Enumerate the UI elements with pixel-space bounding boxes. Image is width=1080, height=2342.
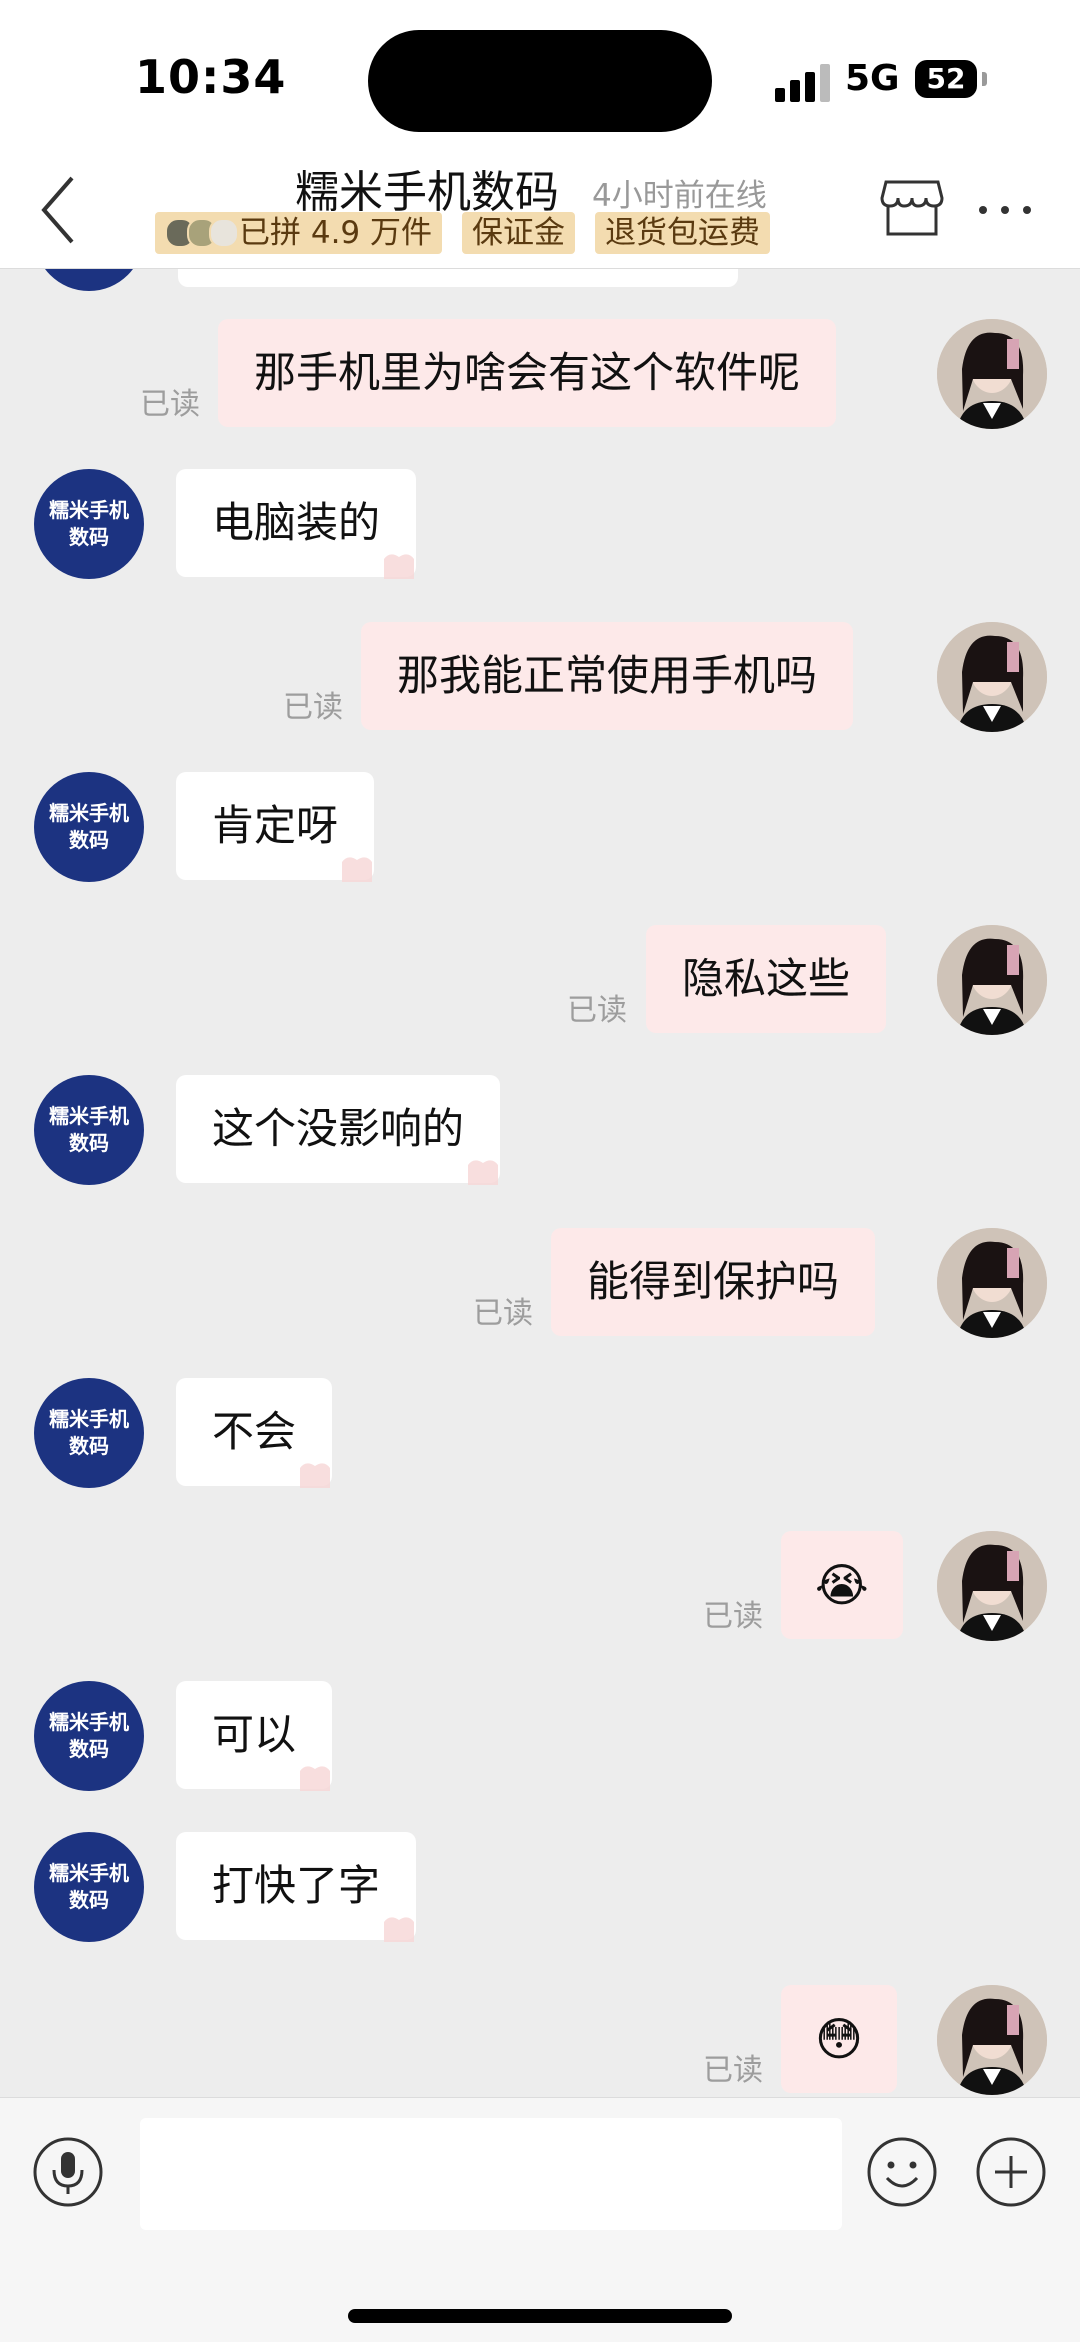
- store-icon: [880, 180, 944, 236]
- battery-icon: 52: [915, 60, 977, 98]
- more-dots-icon: [979, 206, 1031, 214]
- read-receipt: 已读: [140, 387, 200, 422]
- emoji-button[interactable]: [866, 2136, 938, 2208]
- home-indicator: [348, 2309, 732, 2323]
- shop-avatar[interactable]: 糯米手机数码: [34, 1075, 144, 1185]
- message-bubble-outgoing[interactable]: 那我能正常使用手机吗: [361, 622, 854, 730]
- message-bubble-incoming[interactable]: 这个没影响的: [176, 1075, 501, 1185]
- message-bubble-incoming[interactable]: 电脑装的: [176, 469, 417, 579]
- buyer-avatars: [165, 218, 239, 248]
- message-bubble-outgoing-emoji[interactable]: 😭: [781, 1531, 903, 1639]
- message-bubble-incoming[interactable]: 可以: [176, 1681, 333, 1791]
- read-receipt: 已读: [567, 993, 627, 1028]
- read-receipt: 已读: [703, 2053, 763, 2088]
- shop-avatar[interactable]: 糯米手机数码: [34, 469, 144, 579]
- message-bubble-partial: [178, 269, 738, 287]
- message-text: 这个没影响的: [212, 1104, 465, 1153]
- message-bubble-outgoing[interactable]: 隐私这些: [646, 925, 887, 1033]
- signal-icon: [775, 62, 831, 102]
- shop-badges: 已拼 4.9 万件 保证金 退货包运费: [155, 212, 771, 256]
- back-chevron-icon: [41, 176, 74, 244]
- pin-stamp-icon: [384, 554, 415, 579]
- read-receipt: 已读: [703, 1599, 763, 1634]
- shop-avatar-text: 糯米手机数码: [49, 498, 129, 549]
- user-avatar[interactable]: [937, 1531, 1047, 1641]
- chat-header: 糯米手机数码 4小时前在线 已拼 4.9 万件 保证金 退货包运费: [0, 150, 1080, 269]
- voice-button[interactable]: [32, 2136, 104, 2208]
- plus-icon: [976, 2137, 1046, 2207]
- message-bubble-outgoing[interactable]: 那手机里为啥会有这个软件呢: [218, 319, 837, 427]
- message-bubble-incoming[interactable]: 打快了字: [176, 1832, 417, 1942]
- shop-avatar-text: 糯米手机数码: [49, 1104, 129, 1155]
- user-avatar[interactable]: [937, 1985, 1047, 2095]
- shop-avatar-text: 糯米手机数码: [49, 1407, 129, 1458]
- deposit-badge[interactable]: 保证金: [462, 212, 576, 254]
- shop-avatar-text: 糯米手机数码: [49, 1710, 129, 1761]
- shop-avatar[interactable]: [34, 269, 144, 291]
- read-receipt: 已读: [283, 690, 343, 725]
- message-text: 可以: [212, 1710, 297, 1759]
- status-time: 10:34: [135, 50, 287, 104]
- battery-tip: [982, 72, 987, 86]
- message-bubble-incoming[interactable]: 不会: [176, 1378, 333, 1488]
- pin-stamp-icon: [384, 1917, 415, 1942]
- shop-avatar[interactable]: 糯米手机数码: [34, 1378, 144, 1488]
- pin-stamp-icon: [300, 1463, 331, 1488]
- message-bubble-outgoing[interactable]: 能得到保护吗: [551, 1228, 876, 1336]
- emoji-face-icon: [867, 2137, 937, 2207]
- message-text: 肯定呀: [212, 801, 339, 850]
- shop-avatar-text: 糯米手机数码: [49, 1861, 129, 1912]
- message-text: 不会: [212, 1407, 297, 1456]
- message-bubble-outgoing-emoji[interactable]: 😳: [781, 1985, 897, 2093]
- more-button[interactable]: [975, 180, 1035, 240]
- message-bubble-incoming[interactable]: 肯定呀: [176, 772, 375, 882]
- message-text: 打快了字: [212, 1861, 381, 1910]
- shop-avatar[interactable]: 糯米手机数码: [34, 1832, 144, 1942]
- shop-avatar[interactable]: 糯米手机数码: [34, 772, 144, 882]
- pin-stamp-icon: [300, 1766, 331, 1791]
- pin-stamp-icon: [468, 1160, 499, 1185]
- online-status: 4小时前在线: [592, 178, 767, 214]
- more-actions-button[interactable]: [975, 2136, 1047, 2208]
- microphone-icon: [33, 2137, 103, 2207]
- user-avatar[interactable]: [937, 622, 1047, 732]
- input-bar: [0, 2097, 1080, 2342]
- user-avatar[interactable]: [937, 1228, 1047, 1338]
- message-text: 电脑装的: [212, 498, 381, 547]
- shop-avatar-text: 糯米手机数码: [49, 801, 129, 852]
- status-bar: 10:34 5G 52: [0, 0, 1080, 150]
- message-list[interactable]: 已读 那手机里为啥会有这个软件呢 糯米手机数码 电脑装的 已读 那我能正常使用手…: [0, 269, 1080, 2097]
- message-input[interactable]: [140, 2118, 842, 2230]
- return-shipping-badge[interactable]: 退货包运费: [595, 212, 771, 254]
- back-button[interactable]: [30, 170, 100, 250]
- dynamic-island: [368, 30, 712, 132]
- shop-avatar[interactable]: 糯米手机数码: [34, 1681, 144, 1791]
- shop-title[interactable]: 糯米手机数码: [295, 156, 559, 220]
- store-button[interactable]: [880, 178, 944, 238]
- sold-count-label: 已拼 4.9 万件: [239, 215, 433, 251]
- read-receipt: 已读: [473, 1296, 533, 1331]
- user-avatar[interactable]: [937, 925, 1047, 1035]
- network-type: 5G: [845, 58, 900, 99]
- user-avatar[interactable]: [937, 319, 1047, 429]
- pin-stamp-icon: [342, 857, 373, 882]
- sold-count-badge: 已拼 4.9 万件: [155, 212, 443, 254]
